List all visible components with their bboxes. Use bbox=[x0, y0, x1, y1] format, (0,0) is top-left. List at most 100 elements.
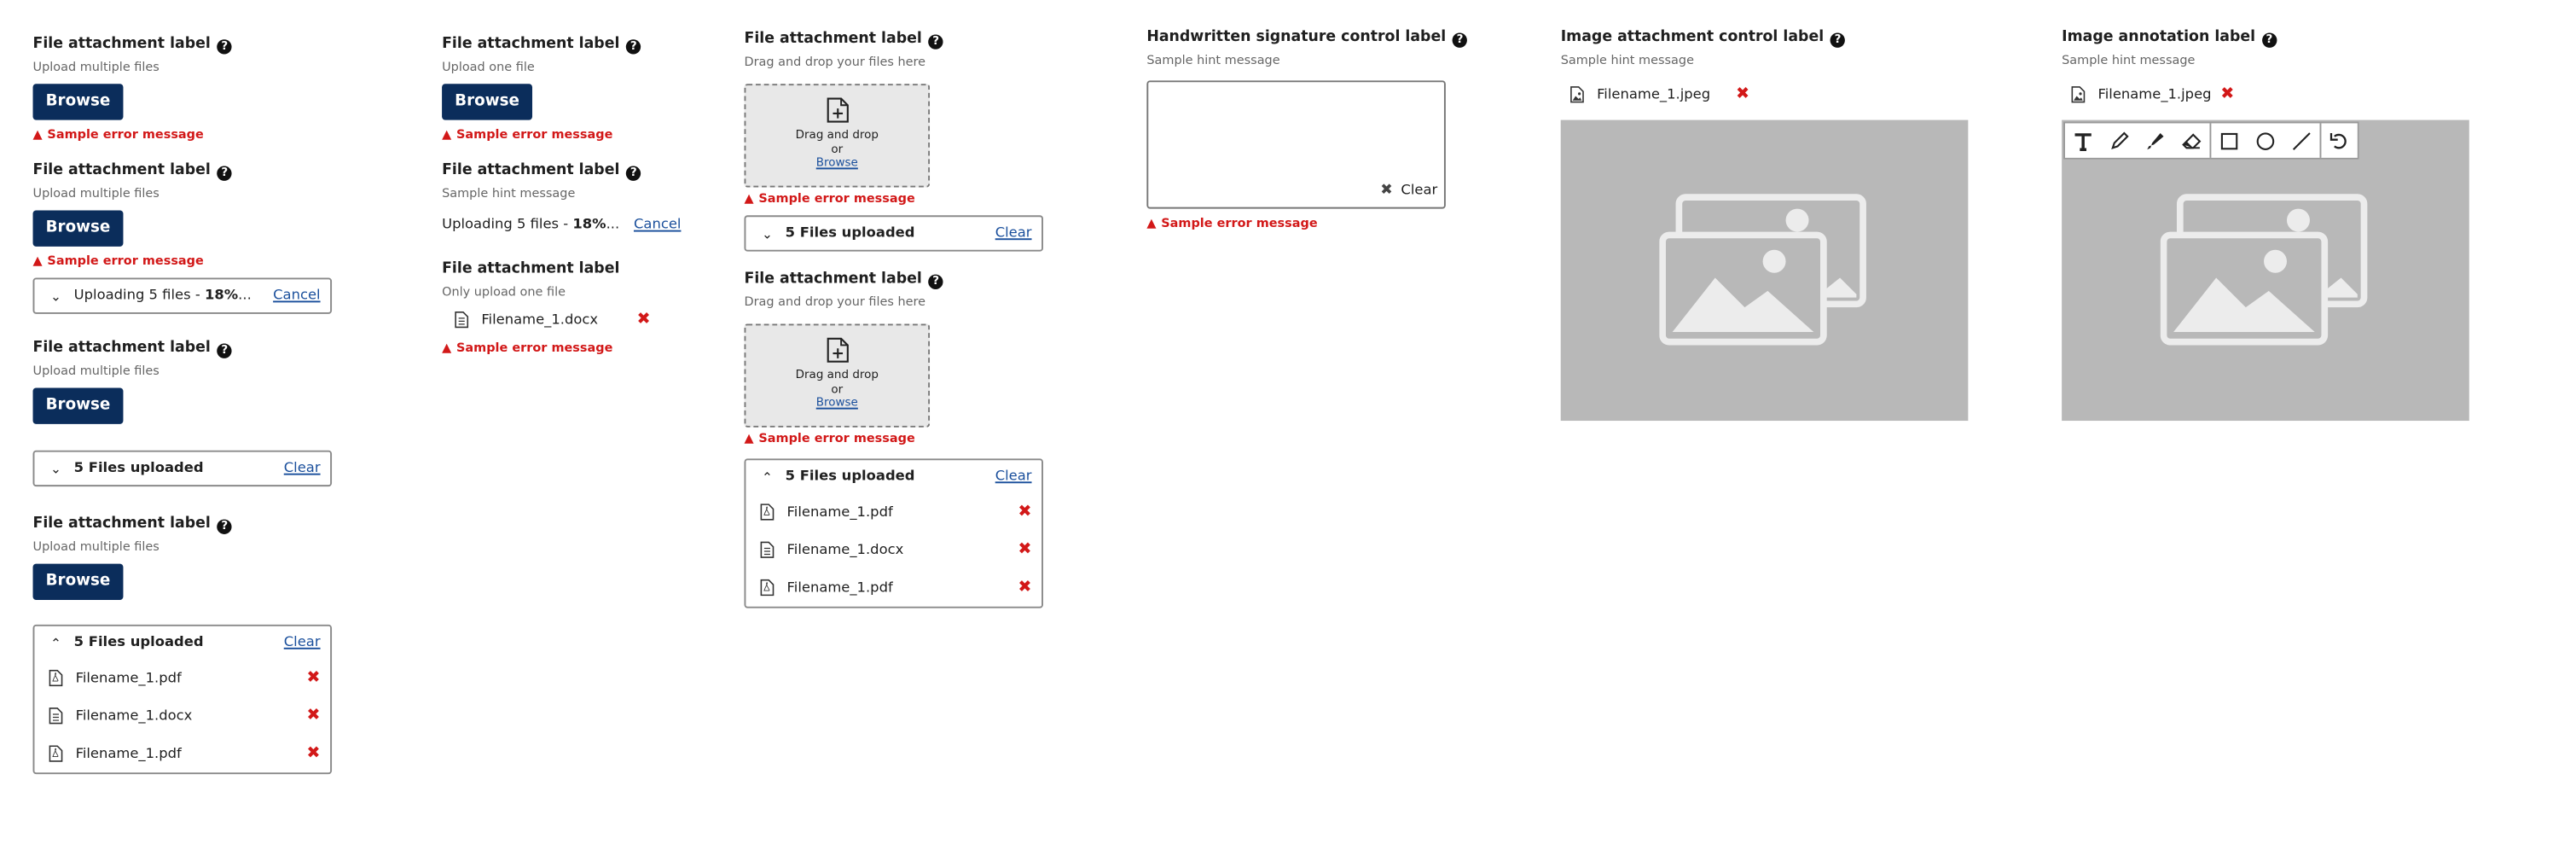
browse-link[interactable]: Browse bbox=[746, 396, 928, 410]
clear-link[interactable]: Clear bbox=[995, 469, 1032, 485]
upload-progress-text: Uploading 5 files - 18%... bbox=[442, 217, 620, 234]
error-text: Sample error message bbox=[758, 430, 915, 445]
file-attachment-single-file: File attachment label Only upload one fi… bbox=[442, 259, 660, 357]
error-message: ▲ Sample error message bbox=[33, 126, 232, 143]
error-text: Sample error message bbox=[456, 340, 613, 356]
browse-button[interactable]: Browse bbox=[32, 210, 124, 247]
pencil-icon[interactable] bbox=[2101, 123, 2137, 157]
error-message: ▲ Sample error message bbox=[442, 341, 660, 357]
circle-icon[interactable] bbox=[2248, 123, 2283, 157]
pdf-file-icon bbox=[760, 579, 775, 597]
browse-button[interactable]: Browse bbox=[32, 84, 124, 120]
chevron-down-icon[interactable]: ⌄ bbox=[48, 288, 64, 303]
pdf-file-icon bbox=[760, 504, 775, 521]
file-row: Filename_1.jpeg ✖ bbox=[2062, 76, 2244, 114]
pdf-file-icon bbox=[49, 669, 63, 687]
chevron-down-icon[interactable]: ⌄ bbox=[759, 226, 775, 241]
hint-text: Upload multiple files bbox=[32, 363, 160, 378]
cancel-link[interactable]: Cancel bbox=[273, 288, 320, 304]
drop-zone[interactable]: Drag and drop or Browse bbox=[744, 84, 931, 188]
file-row: Filename_1.docx ✖ bbox=[442, 300, 660, 338]
image-attachment-control: Image attachment control label? Sample h… bbox=[1560, 28, 1969, 422]
upload-progress: Uploading 5 files - 18%... Cancel bbox=[442, 217, 681, 233]
field-label: Image annotation label bbox=[2062, 29, 2256, 46]
file-name: Filename_1.docx bbox=[481, 311, 599, 329]
eraser-icon[interactable] bbox=[2173, 123, 2209, 157]
browse-button[interactable]: Browse bbox=[32, 387, 124, 424]
hint-text: Drag and drop your files here bbox=[744, 54, 926, 69]
help-icon[interactable]: ? bbox=[217, 39, 232, 55]
drop-zone[interactable]: Drag and drop or Browse bbox=[744, 323, 931, 428]
file-name: Filename_1.docx bbox=[75, 707, 193, 725]
image-file-icon bbox=[2071, 86, 2086, 103]
image-preview[interactable] bbox=[1560, 119, 1969, 422]
error-text: Sample error message bbox=[456, 126, 613, 142]
line-icon[interactable] bbox=[2283, 123, 2319, 157]
drop-zone-text: Drag and drop bbox=[795, 128, 879, 142]
remove-file-icon[interactable]: ✖ bbox=[1018, 579, 1031, 597]
browse-link[interactable]: Browse bbox=[746, 156, 928, 170]
drop-zone-or: or bbox=[831, 381, 844, 396]
chevron-up-icon[interactable]: ⌃ bbox=[759, 469, 775, 484]
remove-file-icon[interactable]: ✖ bbox=[1736, 85, 1749, 103]
file-row: Filename_1.pdf ✖ bbox=[34, 735, 330, 772]
clear-link[interactable]: Clear bbox=[284, 460, 321, 476]
help-icon[interactable]: ? bbox=[2261, 32, 2277, 48]
error-message: ▲ Sample error message bbox=[744, 190, 1043, 207]
remove-file-icon[interactable]: ✖ bbox=[306, 669, 320, 687]
chevron-down-icon[interactable]: ⌄ bbox=[48, 461, 64, 475]
error-text: Sample error message bbox=[758, 190, 915, 206]
pdf-file-icon bbox=[49, 745, 63, 762]
warning-icon: ▲ bbox=[1146, 215, 1157, 230]
uploaded-files-panel: ⌃ 5 Files uploaded Clear Filename_1.pdf … bbox=[744, 458, 1044, 608]
uploaded-summary: 5 Files uploaded bbox=[785, 224, 915, 242]
cancel-link[interactable]: Cancel bbox=[634, 217, 681, 233]
help-icon[interactable]: ? bbox=[217, 519, 232, 534]
remove-file-icon[interactable]: ✖ bbox=[306, 707, 320, 725]
image-annotation-control: Image annotation label? Sample hint mess… bbox=[2062, 28, 2469, 422]
file-attachment-dropzone-collapsed: File attachment label? Drag and drop you… bbox=[744, 30, 1044, 252]
browse-button[interactable]: Browse bbox=[442, 84, 533, 120]
remove-file-icon[interactable]: ✖ bbox=[2220, 85, 2234, 103]
upload-progress-panel: ⌄ Uploading 5 files - 18%... Cancel bbox=[32, 277, 333, 314]
help-icon[interactable]: ? bbox=[626, 166, 641, 181]
field-label: File attachment label bbox=[744, 31, 922, 48]
rectangle-icon[interactable] bbox=[2209, 123, 2247, 158]
handwritten-signature-control: Handwritten signature control label? Sam… bbox=[1146, 28, 1468, 232]
text-tool-icon[interactable] bbox=[2065, 123, 2101, 157]
warning-icon: ▲ bbox=[744, 430, 754, 445]
file-name: Filename_1.pdf bbox=[786, 504, 893, 521]
clear-link[interactable]: Clear bbox=[284, 634, 321, 650]
clear-signature-button[interactable]: ✖ Clear bbox=[1380, 183, 1437, 199]
help-icon[interactable]: ? bbox=[1452, 32, 1468, 48]
warning-icon: ▲ bbox=[442, 340, 452, 356]
remove-file-icon[interactable]: ✖ bbox=[1018, 541, 1031, 559]
uploaded-summary: 5 Files uploaded bbox=[73, 460, 204, 477]
help-icon[interactable]: ? bbox=[217, 343, 232, 358]
uploaded-files-panel: ⌃ 5 Files uploaded Clear Filename_1.pdf … bbox=[32, 624, 333, 775]
remove-file-icon[interactable]: ✖ bbox=[637, 311, 651, 329]
marker-icon[interactable] bbox=[2138, 123, 2173, 157]
clear-link[interactable]: Clear bbox=[995, 225, 1032, 242]
remove-file-icon[interactable]: ✖ bbox=[306, 744, 320, 762]
undo-icon[interactable] bbox=[2319, 123, 2358, 158]
help-icon[interactable]: ? bbox=[1830, 32, 1846, 48]
error-message: ▲ Sample error message bbox=[442, 126, 641, 143]
uploaded-files-panel: ⌄ 5 Files uploaded Clear bbox=[744, 215, 1044, 252]
browse-button[interactable]: Browse bbox=[32, 563, 124, 600]
remove-file-icon[interactable]: ✖ bbox=[1018, 503, 1031, 521]
hint-text: Sample hint message bbox=[442, 185, 576, 201]
file-row: Filename_1.docx ✖ bbox=[746, 531, 1041, 568]
file-add-icon bbox=[826, 337, 848, 363]
signature-pad[interactable]: ✖ Clear bbox=[1146, 80, 1446, 209]
help-icon[interactable]: ? bbox=[626, 39, 641, 55]
help-icon[interactable]: ? bbox=[217, 166, 232, 181]
annotation-canvas[interactable] bbox=[2062, 119, 2469, 422]
drop-zone-or: or bbox=[831, 142, 844, 156]
help-icon[interactable]: ? bbox=[928, 274, 943, 289]
uploaded-summary: 5 Files uploaded bbox=[73, 634, 204, 651]
hint-text: Upload multiple files bbox=[32, 59, 160, 74]
field-label: Handwritten signature control label bbox=[1146, 29, 1447, 46]
chevron-up-icon[interactable]: ⌃ bbox=[48, 635, 64, 649]
help-icon[interactable]: ? bbox=[928, 34, 943, 49]
